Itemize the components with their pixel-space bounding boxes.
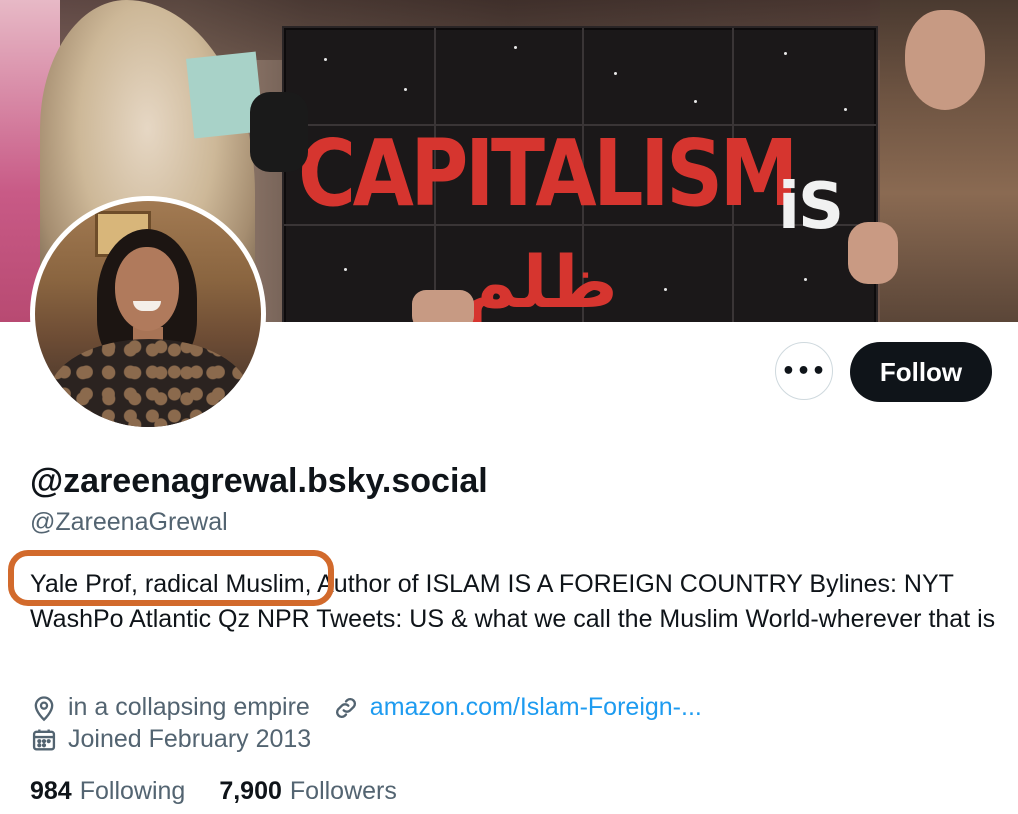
following-stat[interactable]: 984 Following (30, 777, 185, 806)
following-count: 984 (30, 777, 72, 805)
banner-hand-left (250, 92, 308, 172)
link-icon (332, 694, 360, 722)
banner-hand-bottom (412, 290, 474, 322)
more-dots-icon: ••• (781, 358, 827, 384)
calendar-icon (30, 726, 58, 754)
follow-button[interactable]: Follow (850, 342, 992, 402)
sign-text-capitalism: CAPITALISM (298, 120, 798, 227)
banner-hand-right (848, 222, 898, 284)
location-pin-icon (30, 694, 58, 722)
joined-row: Joined February 2013 (30, 725, 311, 754)
follow-stats: 984 Following 7,900 Followers (30, 777, 431, 806)
avatar[interactable] (30, 196, 266, 432)
followers-count: 7,900 (219, 777, 282, 805)
profile-meta-row: in a collapsing empire amazon.com/Islam-… (30, 693, 702, 722)
website-link[interactable]: amazon.com/Islam-Foreign-... (370, 693, 702, 722)
followers-label: Followers (289, 777, 397, 805)
following-label: Following (79, 777, 186, 805)
followers-stat[interactable]: 7,900 Followers (219, 777, 397, 806)
user-handle: @ZareenaGrewal (30, 508, 228, 536)
banner-face-right (905, 10, 985, 110)
display-name: @zareenagrewal.bsky.social (30, 462, 488, 500)
protest-sign: CAPITALISM iS ظلم (282, 26, 878, 322)
more-options-button[interactable]: ••• (775, 342, 833, 400)
location-text: in a collapsing empire (68, 693, 310, 721)
sign-text-is: iS (778, 170, 844, 244)
joined-date: Joined February 2013 (68, 725, 312, 753)
avatar-photo (35, 201, 261, 427)
highlight-annotation (8, 550, 334, 606)
sign-text-arabic: ظلم (464, 240, 618, 322)
